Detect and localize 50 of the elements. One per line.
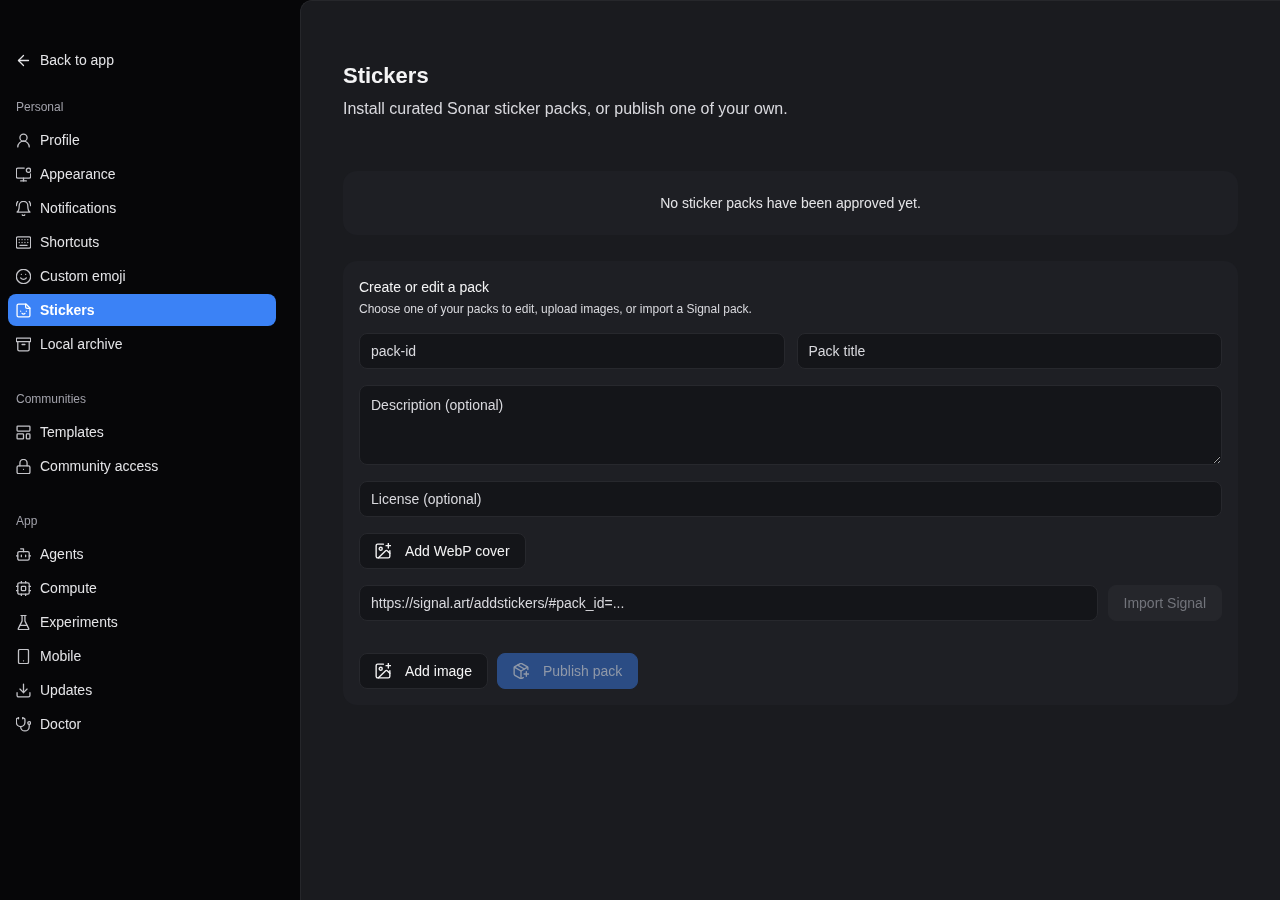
description-field[interactable]: Description (optional)	[359, 385, 1222, 465]
phone-icon	[16, 648, 31, 664]
download-icon	[16, 682, 31, 698]
editor-description: Choose one of your packs to edit, upload images, or import a Signal pack.	[359, 301, 752, 317]
image-plus-icon	[375, 663, 391, 679]
package-plus-icon	[512, 663, 529, 679]
sidebar-item[interactable]: Appearance	[8, 158, 276, 190]
robot-icon	[16, 546, 31, 562]
sidebar-item[interactable]: Experiments	[8, 606, 276, 638]
section-heading: App	[15, 513, 38, 529]
sidebar-item[interactable]: Profile	[8, 124, 276, 156]
sidebar-item[interactable]: Doctor	[8, 708, 276, 740]
section-heading: Personal	[15, 99, 64, 115]
sidebar-item[interactable]: Custom emoji	[8, 260, 276, 292]
back-link[interactable]: Back to app	[8, 44, 122, 76]
sticker-icon	[16, 302, 31, 318]
add-cover-button[interactable]: Add WebP cover	[359, 533, 526, 569]
sidebar-item[interactable]: Mobile	[8, 640, 276, 672]
sidebar-item[interactable]: Agents	[8, 538, 276, 570]
signal-url-field[interactable]: https://signal.art/addstickers/#pack_id=...	[359, 585, 1098, 621]
archive-icon	[16, 336, 31, 352]
keyboard-icon	[16, 234, 31, 250]
user-icon	[16, 132, 31, 148]
sidebar-item[interactable]: Updates	[8, 674, 276, 706]
sidebar-item[interactable]: Stickers	[8, 294, 276, 326]
pack-title-field[interactable]: Pack title	[796, 333, 1222, 369]
add-image-button[interactable]: Add image	[359, 653, 488, 689]
sidebar-item[interactable]: Notifications	[8, 192, 276, 224]
license-field[interactable]: License (optional)	[359, 481, 1222, 517]
flask-icon	[16, 614, 31, 630]
page-subtitle: Install curated Sonar sticker packs, or publish one of your own.	[343, 99, 788, 119]
sidebar-item[interactable]: Local archive	[8, 328, 276, 360]
sidebar-item[interactable]: Shortcuts	[8, 226, 276, 258]
cpu-icon	[16, 580, 31, 596]
sidebar-item[interactable]: Templates	[8, 416, 276, 448]
sidebar-item[interactable]: Community access	[8, 450, 276, 482]
sidebar-item[interactable]: Compute	[8, 572, 276, 604]
editor-title: Create or edit a pack	[359, 278, 489, 297]
section-heading: Communities	[15, 391, 87, 407]
pack-id-field[interactable]: pack-id	[359, 333, 785, 369]
bell-icon	[16, 200, 31, 216]
monitor-icon	[16, 166, 31, 182]
page-title: Stickers	[343, 62, 429, 90]
stethoscope-icon	[16, 716, 31, 732]
arrow-left-icon	[16, 52, 31, 68]
layout-icon	[16, 424, 31, 440]
empty-message: No sticker packs have been approved yet.	[659, 194, 922, 213]
smile-icon	[16, 268, 31, 284]
image-plus-icon	[375, 543, 391, 559]
lock-icon	[16, 458, 31, 474]
